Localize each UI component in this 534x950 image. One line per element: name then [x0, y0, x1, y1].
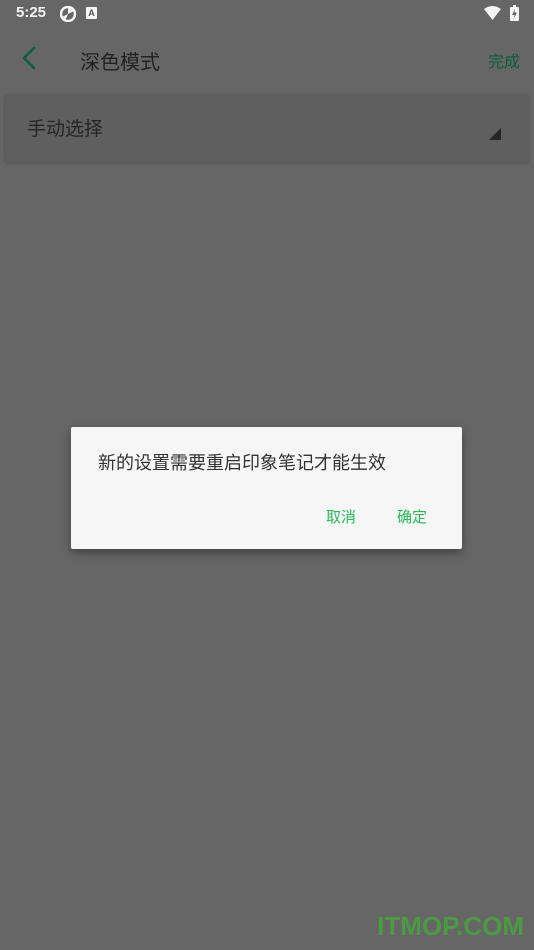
dark-mode-select[interactable]: 手动选择: [5, 94, 529, 162]
a-badge-text: A: [88, 8, 95, 18]
confirm-button[interactable]: 确定: [397, 506, 427, 527]
restart-dialog: 新的设置需要重启印象笔记才能生效 取消 确定: [71, 427, 462, 549]
fan-icon: [60, 6, 76, 22]
status-bar: 5:25 A: [0, 0, 534, 28]
chevron-left-icon: [22, 46, 36, 70]
status-time: 5:25: [16, 4, 47, 21]
back-button[interactable]: [16, 44, 44, 72]
page-title: 深色模式: [80, 50, 160, 74]
a-badge-icon: A: [86, 7, 97, 19]
select-value: 手动选择: [27, 118, 104, 140]
done-button[interactable]: 完成: [488, 48, 520, 72]
watermark: ITMOP.COM: [377, 911, 524, 941]
toolbar: 深色模式 完成: [0, 30, 534, 88]
battery-charging-icon: [510, 5, 519, 21]
dialog-message: 新的设置需要重启印象笔记才能生效: [98, 453, 386, 474]
dropdown-triangle-icon: [489, 128, 501, 140]
wifi-icon: [484, 6, 501, 20]
cancel-button[interactable]: 取消: [326, 506, 356, 527]
